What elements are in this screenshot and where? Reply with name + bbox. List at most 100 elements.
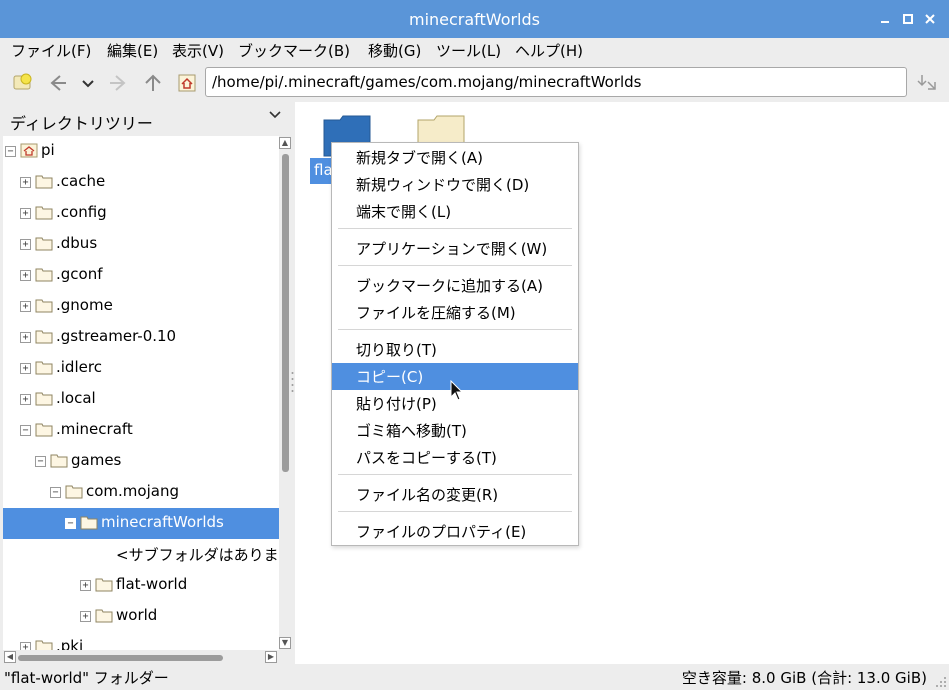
expand-toggle[interactable]: + xyxy=(20,301,31,312)
back-button[interactable] xyxy=(46,72,68,94)
tree-item-minecraftworlds[interactable]: − minecraftWorlds xyxy=(3,508,279,539)
go-button[interactable] xyxy=(916,72,938,94)
forward-button[interactable] xyxy=(108,72,130,94)
menu-open-with[interactable]: アプリケーションで開く(W) xyxy=(332,235,578,262)
menu-add-bookmark[interactable]: ブックマークに追加する(A) xyxy=(332,272,578,299)
tree-item-cache[interactable]: + .cache xyxy=(3,167,279,198)
menu-tools[interactable]: ツール(L) xyxy=(433,40,504,61)
folder-icon xyxy=(35,423,53,437)
tree-item-minecraft[interactable]: − .minecraft xyxy=(3,415,279,446)
resize-grip-icon[interactable] xyxy=(935,676,947,688)
tree-item-games[interactable]: − games xyxy=(3,446,279,477)
tree-item-gconf[interactable]: + .gconf xyxy=(3,260,279,291)
path-input[interactable]: /home/pi/.minecraft/games/com.mojang/min… xyxy=(205,67,907,97)
folder-icon xyxy=(50,454,68,468)
new-tab-button[interactable] xyxy=(12,72,34,94)
scroll-right-arrow-icon[interactable]: ▶ xyxy=(265,651,277,663)
menu-bookmarks[interactable]: ブックマーク(B) xyxy=(235,40,353,61)
title-bar: minecraftWorlds xyxy=(0,0,949,38)
tree-item-label: .dbus xyxy=(56,234,98,252)
menu-view[interactable]: 表示(V) xyxy=(169,40,227,61)
directory-tree: − pi + .cache + .config + .dbus + .gconf… xyxy=(3,136,279,650)
close-button[interactable] xyxy=(923,12,937,26)
menu-properties[interactable]: ファイルのプロパティ(E) xyxy=(332,518,578,545)
menu-compress[interactable]: ファイルを圧縮する(M) xyxy=(332,299,578,326)
folder-icon xyxy=(35,640,53,650)
menu-copy-path[interactable]: パスをコピーする(T) xyxy=(332,444,578,471)
minimize-button[interactable] xyxy=(878,12,892,26)
directory-tree-header[interactable]: ディレクトリツリー xyxy=(0,102,295,136)
home-button[interactable] xyxy=(176,72,198,94)
tree-item-label: .gnome xyxy=(56,296,113,314)
tree-item-idlerc[interactable]: + .idlerc xyxy=(3,353,279,384)
menu-move-to-trash[interactable]: ゴミ箱へ移動(T) xyxy=(332,417,578,444)
expand-toggle[interactable]: + xyxy=(20,363,31,374)
tree-item-pi[interactable]: − pi xyxy=(3,136,279,167)
folder-icon xyxy=(95,609,113,623)
forward-arrow-icon xyxy=(110,75,126,91)
window-title: minecraftWorlds xyxy=(408,10,540,29)
menu-separator xyxy=(338,474,572,475)
history-dropdown[interactable] xyxy=(80,72,102,94)
tree-item-local[interactable]: + .local xyxy=(3,384,279,415)
tree-item-label: .gstreamer-0.10 xyxy=(56,327,177,345)
tree-item-label: minecraftWorlds xyxy=(101,513,224,531)
context-menu: 新規タブで開く(A) 新規ウィンドウで開く(D) 端末で開く(L) アプリケーシ… xyxy=(331,142,579,546)
menu-cut[interactable]: 切り取り(T) xyxy=(332,336,578,363)
tree-item-world[interactable]: + world xyxy=(3,601,279,632)
menu-open-terminal[interactable]: 端末で開く(L) xyxy=(332,198,578,225)
menu-separator xyxy=(338,329,572,330)
menu-file[interactable]: ファイル(F) xyxy=(8,40,94,61)
menu-go[interactable]: 移動(G) xyxy=(365,40,424,61)
minimize-icon xyxy=(881,21,889,23)
collapse-toggle[interactable]: − xyxy=(35,456,46,467)
tree-item-label: .config xyxy=(56,203,107,221)
collapse-toggle[interactable]: − xyxy=(20,425,31,436)
folder-icon xyxy=(35,268,53,282)
toolbar: /home/pi/.minecraft/games/com.mojang/min… xyxy=(0,64,949,102)
expand-toggle[interactable]: + xyxy=(20,642,31,650)
directory-tree-pane: ディレクトリツリー − pi + .cache + .config + .dbu… xyxy=(0,102,295,664)
menu-help[interactable]: ヘルプ(H) xyxy=(512,40,586,61)
expand-toggle[interactable]: + xyxy=(20,177,31,188)
menu-open-new-tab[interactable]: 新規タブで開く(A) xyxy=(332,144,578,171)
expand-toggle[interactable]: + xyxy=(20,208,31,219)
scroll-down-arrow-icon[interactable]: ▼ xyxy=(279,637,291,649)
folder-icon xyxy=(35,206,53,220)
chevron-down-icon[interactable] xyxy=(268,108,282,126)
expand-toggle[interactable]: + xyxy=(20,332,31,343)
expand-toggle[interactable]: + xyxy=(20,270,31,281)
tree-vertical-scroll-thumb[interactable] xyxy=(282,154,289,472)
tree-item-no-subfolders: <サブフォルダはありま xyxy=(3,539,279,570)
new-tab-icon xyxy=(13,73,32,90)
tree-item-pki[interactable]: + .pki xyxy=(3,632,279,650)
menu-rename[interactable]: ファイル名の変更(R) xyxy=(332,481,578,508)
scroll-up-arrow-icon[interactable]: ▲ xyxy=(279,137,291,149)
expand-toggle[interactable]: + xyxy=(20,394,31,405)
chevron-down-icon xyxy=(82,80,94,88)
tree-item-flat-world[interactable]: + flat-world xyxy=(3,570,279,601)
tree-item-config[interactable]: + .config xyxy=(3,198,279,229)
folder-icon xyxy=(35,330,53,344)
expand-toggle[interactable]: + xyxy=(80,611,91,622)
tree-item-gstreamer[interactable]: + .gstreamer-0.10 xyxy=(3,322,279,353)
tree-horizontal-scroll-thumb[interactable] xyxy=(18,655,223,661)
mouse-cursor-icon xyxy=(450,380,464,401)
collapse-toggle[interactable]: − xyxy=(5,146,16,157)
tree-item-dbus[interactable]: + .dbus xyxy=(3,229,279,260)
tree-item-gnome[interactable]: + .gnome xyxy=(3,291,279,322)
collapse-toggle[interactable]: − xyxy=(65,518,76,529)
scroll-left-arrow-icon[interactable]: ◀ xyxy=(4,651,16,663)
menu-edit[interactable]: 編集(E) xyxy=(104,40,161,61)
pane-splitter-handle[interactable] xyxy=(290,370,295,394)
tree-item-com-mojang[interactable]: − com.mojang xyxy=(3,477,279,508)
menu-open-new-window[interactable]: 新規ウィンドウで開く(D) xyxy=(332,171,578,198)
maximize-button[interactable] xyxy=(901,12,915,26)
collapse-toggle[interactable]: − xyxy=(50,487,61,498)
expand-toggle[interactable]: + xyxy=(20,239,31,250)
up-button[interactable] xyxy=(142,72,164,94)
file-item-world[interactable] xyxy=(416,114,466,145)
expand-toggle[interactable]: + xyxy=(80,580,91,591)
tree-item-label: games xyxy=(71,451,122,469)
folder-icon xyxy=(80,516,98,530)
